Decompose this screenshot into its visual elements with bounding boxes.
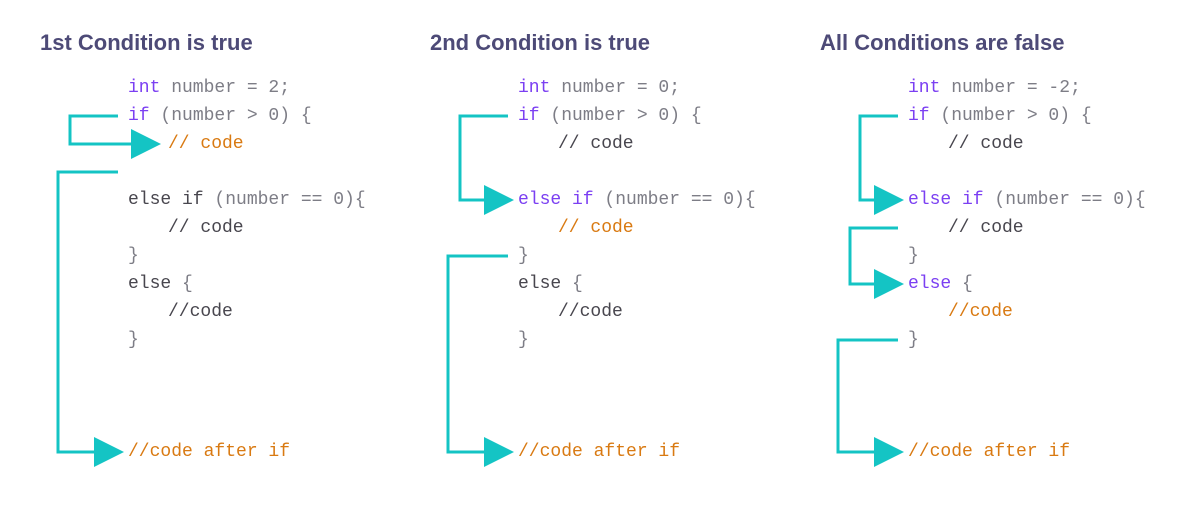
tok-decl: number = 2; [160, 78, 290, 98]
tok-elseif: else if [128, 190, 204, 210]
tok-cmt3: //code [128, 302, 233, 322]
tok-brace1: } [908, 246, 919, 266]
column-title: 1st Condition is true [40, 30, 420, 56]
tok-else: else [908, 274, 951, 294]
tok-cmt3: //code [518, 302, 623, 322]
tok-if: if [518, 106, 540, 126]
column-title: All Conditions are false [820, 30, 1200, 56]
tok-elseopen: { [171, 274, 193, 294]
tok-else: else [518, 274, 561, 294]
tok-brace2: } [128, 330, 139, 350]
tok-after: //code after if [128, 442, 290, 462]
column-all-false: All Conditions are false int number = -2… [820, 30, 1200, 438]
tok-decl: number = -2; [940, 78, 1080, 98]
tok-cmt2: // code [128, 218, 244, 238]
tok-cmt1: // code [128, 134, 244, 154]
tok-elseif: else if [518, 190, 594, 210]
tok-elseif: else if [908, 190, 984, 210]
code-block: int number = 0; if (number > 0) { // cod… [430, 74, 810, 438]
column-2nd-condition: 2nd Condition is true int number = 0; if… [430, 30, 810, 438]
tok-int: int [908, 78, 940, 98]
tok-int: int [518, 78, 550, 98]
column-title: 2nd Condition is true [430, 30, 810, 56]
tok-else: else [128, 274, 171, 294]
tok-after: //code after if [518, 442, 680, 462]
tok-if: if [128, 106, 150, 126]
tok-cmt2: // code [908, 218, 1024, 238]
tok-brace2: } [908, 330, 919, 350]
tok-ifcond: (number > 0) { [150, 106, 312, 126]
tok-cmt1: // code [518, 134, 634, 154]
tok-elseifcond: (number == 0){ [204, 190, 366, 210]
tok-elseifcond: (number == 0){ [594, 190, 756, 210]
tok-cmt3: //code [908, 302, 1013, 322]
code-block: int number = 2; if (number > 0) { // cod… [40, 74, 420, 438]
tok-int: int [128, 78, 160, 98]
tok-after: //code after if [908, 442, 1070, 462]
tok-ifcond: (number > 0) { [930, 106, 1092, 126]
tok-brace1: } [518, 246, 529, 266]
column-1st-condition: 1st Condition is true int number = 2; if… [40, 30, 420, 438]
tok-ifcond: (number > 0) { [540, 106, 702, 126]
tok-elseifcond: (number == 0){ [984, 190, 1146, 210]
tok-decl: number = 0; [550, 78, 680, 98]
tok-elseopen: { [561, 274, 583, 294]
tok-brace1: } [128, 246, 139, 266]
tok-cmt1: // code [908, 134, 1024, 154]
tok-cmt2: // code [518, 218, 634, 238]
code-block: int number = -2; if (number > 0) { // co… [820, 74, 1200, 438]
tok-if: if [908, 106, 930, 126]
tok-elseopen: { [951, 274, 973, 294]
tok-brace2: } [518, 330, 529, 350]
